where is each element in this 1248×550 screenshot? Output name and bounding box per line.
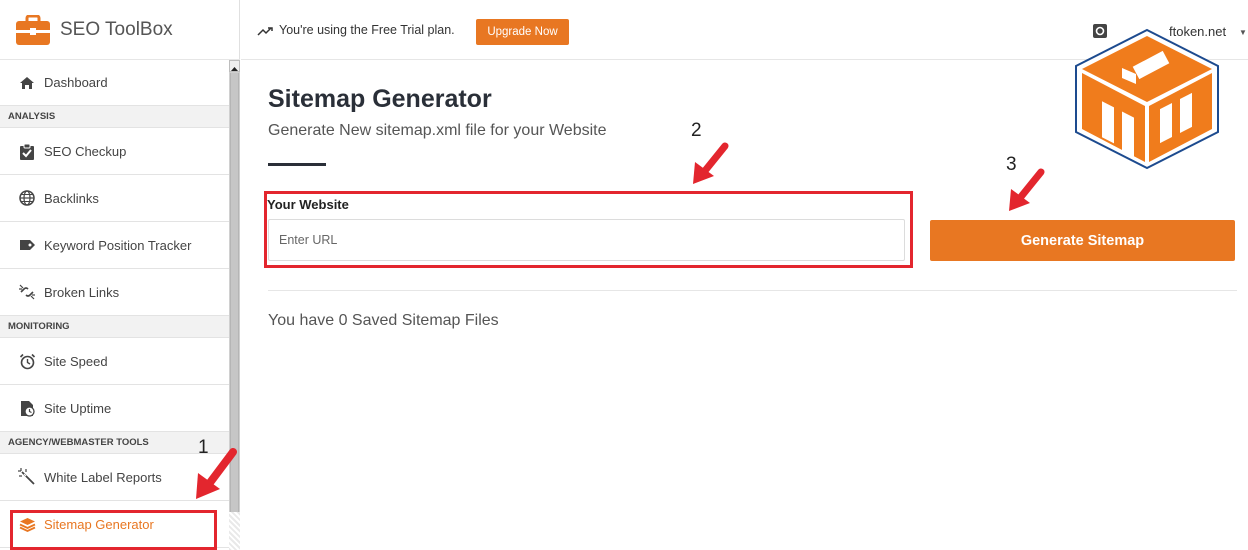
- scroll-up-button[interactable]: [229, 60, 240, 72]
- alarm-clock-icon: [18, 352, 36, 370]
- brand[interactable]: SEO ToolBox: [0, 0, 240, 60]
- sidebar-item-label: Backlinks: [44, 190, 99, 206]
- brand-name: SEO ToolBox: [60, 18, 173, 40]
- sidebar-item-site-uptime[interactable]: Site Uptime: [0, 385, 229, 432]
- clipboard-check-icon: [18, 142, 36, 160]
- sidebar-item-dashboard[interactable]: Dashboard: [0, 60, 229, 106]
- magic-wand-icon: [18, 468, 36, 486]
- arrow-down-left-icon: [196, 448, 237, 499]
- sidebar-item-seo-checkup[interactable]: SEO Checkup: [0, 128, 229, 175]
- annotation-step-2: 2: [691, 120, 702, 141]
- sidebar-item-label: Keyword Position Tracker: [44, 237, 192, 253]
- upgrade-button[interactable]: Upgrade Now: [476, 19, 569, 45]
- sidebar-item-keyword-position-tracker[interactable]: Keyword Position Tracker: [0, 222, 229, 269]
- home-icon: [18, 74, 36, 92]
- sidebar-item-label: Site Speed: [44, 353, 108, 369]
- sidebar-item-label: Dashboard: [44, 75, 108, 90]
- scroll-track[interactable]: [229, 512, 240, 550]
- title-underline: [268, 163, 326, 166]
- arrow-down-left-icon: [693, 142, 729, 184]
- main-content: Sitemap Generator Generate New sitemap.x…: [241, 61, 1248, 550]
- page-title: Sitemap Generator: [268, 85, 492, 113]
- globe-icon: [18, 189, 36, 207]
- section-analysis: ANALYSIS: [0, 106, 229, 128]
- toolbox-icon: [16, 14, 50, 45]
- saved-files-text: You have 0 Saved Sitemap Files: [268, 312, 499, 329]
- website-url-input[interactable]: [268, 219, 905, 261]
- divider: [268, 290, 1237, 291]
- sidebar-item-label: Broken Links: [44, 284, 120, 300]
- sidebar-item-broken-links[interactable]: Broken Links: [0, 269, 229, 316]
- website-field-label: Your Website: [267, 197, 349, 212]
- sidebar-item-site-speed[interactable]: Site Speed: [0, 338, 229, 385]
- trend-up-icon: [257, 27, 273, 36]
- sidebar-item-label: White Label Reports: [44, 469, 162, 485]
- sidebar-item-backlinks[interactable]: Backlinks: [0, 175, 229, 222]
- tag-icon: [18, 236, 36, 254]
- active-item-highlight-box: [10, 510, 217, 550]
- section-monitoring: MONITORING: [0, 316, 229, 338]
- generate-sitemap-button[interactable]: Generate Sitemap: [930, 220, 1235, 261]
- page-subtitle: Generate New sitemap.xml file for your W…: [268, 122, 607, 139]
- arrow-down-left-icon: [1009, 168, 1045, 211]
- broken-link-icon: [18, 283, 36, 301]
- chevron-down-icon[interactable]: ▼: [1239, 28, 1247, 37]
- trial-text: You're using the Free Trial plan.: [279, 23, 455, 37]
- uptime-icon: [18, 399, 36, 417]
- sidebar-item-label: Site Uptime: [44, 400, 112, 416]
- sidebar-item-label: SEO Checkup: [44, 143, 127, 159]
